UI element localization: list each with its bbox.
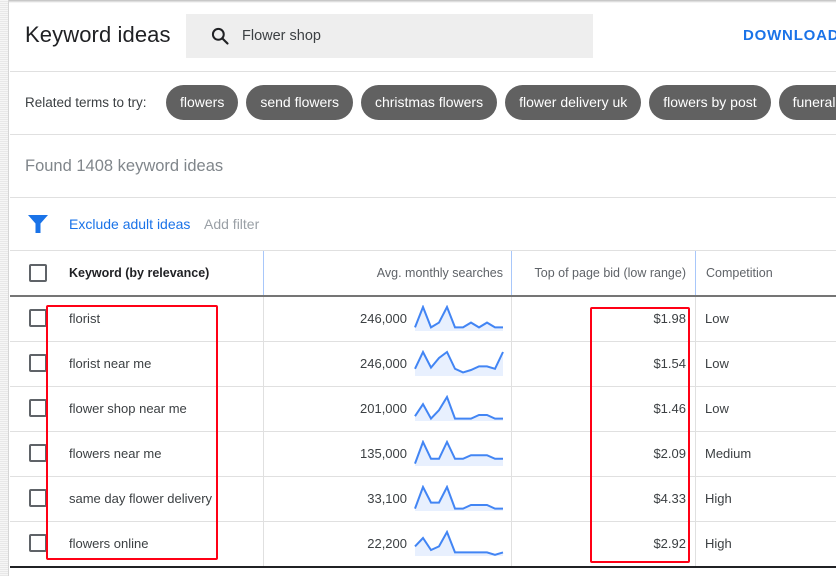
avg-searches-value: 135,000 xyxy=(360,446,407,461)
avg-searches-cell: 22,200 xyxy=(263,522,511,566)
avg-searches-value: 33,100 xyxy=(367,491,407,506)
trend-sparkline xyxy=(414,440,503,466)
add-filter-button[interactable]: Add filter xyxy=(204,216,259,232)
related-term-chip[interactable]: flower delivery uk xyxy=(505,85,642,120)
related-terms-chips: flowers send flowers christmas flowers f… xyxy=(166,85,836,120)
filter-bar: Exclude adult ideas Add filter xyxy=(10,198,836,251)
search-icon xyxy=(211,27,229,45)
avg-searches-value: 246,000 xyxy=(360,311,407,326)
competition-cell: Low xyxy=(695,387,836,431)
related-term-chip[interactable]: flowers by post xyxy=(649,85,771,120)
row-checkbox[interactable] xyxy=(29,399,47,417)
trend-sparkline xyxy=(414,350,504,376)
top-of-page-bid-cell: $2.09 xyxy=(511,432,695,476)
top-of-page-bid-cell: $1.54 xyxy=(511,342,695,386)
window-edge xyxy=(0,0,9,576)
keyword-cell: florist xyxy=(69,311,101,326)
sparkline-line xyxy=(414,395,503,421)
related-term-chip[interactable]: send flowers xyxy=(246,85,353,120)
related-term-chip[interactable]: funeral flowers xyxy=(778,85,836,120)
keyword-cell: florist near me xyxy=(69,356,152,371)
row-checkbox[interactable] xyxy=(29,489,47,507)
results-count-text: Found 1408 keyword ideas xyxy=(25,157,224,175)
competition-cell: Low xyxy=(695,342,836,386)
column-header-avg-monthly-searches[interactable]: Avg. monthly searches xyxy=(263,251,511,295)
table-row[interactable]: flowers near me 135,000 $2.09 Medium xyxy=(10,432,836,477)
row-checkbox[interactable] xyxy=(29,444,47,462)
keyword-cell: flower shop near me xyxy=(69,401,187,416)
column-header-keyword[interactable]: Keyword (by relevance) xyxy=(69,251,209,295)
avg-searches-value: 246,000 xyxy=(360,356,407,371)
table-body: florist 246,000 $1.98 Low florist near m… xyxy=(10,297,836,568)
related-term-chip[interactable]: christmas flowers xyxy=(360,85,498,120)
table-row[interactable]: flower shop near me 201,000 $1.46 Low xyxy=(10,387,836,432)
exclude-adult-ideas-filter[interactable]: Exclude adult ideas xyxy=(69,216,190,232)
avg-searches-cell: 33,100 xyxy=(263,477,511,521)
results-summary: Found 1408 keyword ideas xyxy=(10,135,836,198)
table-row[interactable]: same day flower delivery 33,100 $4.33 Hi… xyxy=(10,477,836,522)
competition-cell: Medium xyxy=(695,432,836,476)
trend-sparkline xyxy=(414,305,503,331)
trend-sparkline xyxy=(414,530,504,556)
related-term-chip[interactable]: flowers xyxy=(166,85,239,120)
top-of-page-bid-cell: $1.98 xyxy=(511,297,695,341)
avg-searches-cell: 246,000 xyxy=(263,342,511,386)
row-checkbox[interactable] xyxy=(29,534,47,552)
select-all-checkbox[interactable] xyxy=(29,264,47,282)
top-of-page-bid-cell: $1.46 xyxy=(511,387,695,431)
table-header: Keyword (by relevance) Avg. monthly sear… xyxy=(10,251,836,297)
table-row[interactable]: florist near me 246,000 $1.54 Low xyxy=(10,342,836,387)
window-top-shadow xyxy=(9,0,836,3)
avg-searches-cell: 201,000 xyxy=(263,387,511,431)
filter-icon[interactable] xyxy=(28,215,48,233)
trend-sparkline xyxy=(414,485,503,511)
download-button[interactable]: DOWNLOAD xyxy=(743,27,836,44)
competition-cell: Low xyxy=(695,297,836,341)
avg-searches-value: 22,200 xyxy=(367,536,407,551)
related-terms-bar: Related terms to try: flowers send flowe… xyxy=(10,72,836,135)
search-box[interactable] xyxy=(186,14,593,58)
keyword-cell: flowers online xyxy=(69,536,149,551)
competition-cell: High xyxy=(695,522,836,566)
competition-cell: High xyxy=(695,477,836,521)
column-header-competition[interactable]: Competition xyxy=(695,251,836,295)
header: Keyword ideas DOWNLOAD xyxy=(10,0,836,72)
avg-searches-cell: 246,000 xyxy=(263,297,511,341)
keyword-cell: flowers near me xyxy=(69,446,162,461)
top-of-page-bid-cell: $2.92 xyxy=(511,522,695,566)
row-checkbox[interactable] xyxy=(29,309,47,327)
table-row[interactable]: florist 246,000 $1.98 Low xyxy=(10,297,836,342)
trend-sparkline xyxy=(414,395,503,421)
keyword-table: Keyword (by relevance) Avg. monthly sear… xyxy=(10,251,836,568)
avg-searches-value: 201,000 xyxy=(360,401,407,416)
keyword-cell: same day flower delivery xyxy=(69,491,213,506)
top-of-page-bid-cell: $4.33 xyxy=(511,477,695,521)
keyword-ideas-panel: Keyword ideas DOWNLOAD Related terms to … xyxy=(10,0,836,576)
row-checkbox[interactable] xyxy=(29,354,47,372)
sparkline-area xyxy=(415,397,503,421)
page-title: Keyword ideas xyxy=(25,22,171,47)
related-terms-label: Related terms to try: xyxy=(25,95,147,110)
search-input[interactable] xyxy=(242,14,572,58)
avg-searches-cell: 135,000 xyxy=(263,432,511,476)
table-row[interactable]: flowers online 22,200 $2.92 High xyxy=(10,522,836,568)
column-header-top-of-page-bid[interactable]: Top of page bid (low range) xyxy=(511,251,695,295)
